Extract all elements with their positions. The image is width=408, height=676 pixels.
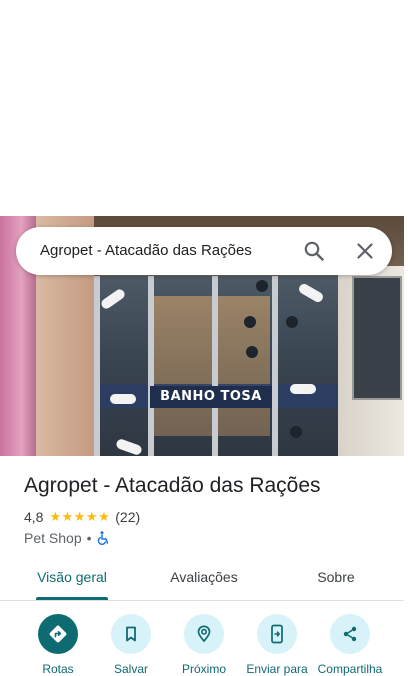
rating-row[interactable]: 4,8 ★★★★★ (22) (24, 509, 140, 525)
nearby-icon (194, 624, 214, 644)
close-icon[interactable] (353, 239, 377, 263)
review-count[interactable]: (22) (115, 509, 140, 525)
nearby-label: Próximo (181, 662, 226, 676)
send-to-phone-button[interactable]: Enviar para (237, 614, 317, 676)
send-to-phone-icon (268, 624, 286, 644)
share-label: Compartilha (317, 662, 383, 676)
rating-stars: ★★★★★ (49, 509, 111, 524)
bone-decal (290, 384, 316, 394)
share-button[interactable]: Compartilha (310, 614, 390, 676)
save-label: Salvar (113, 662, 148, 676)
directions-button[interactable]: Rotas (18, 614, 98, 676)
paw-decal (246, 346, 258, 358)
category-row: Pet Shop • (24, 530, 110, 546)
place-category: Pet Shop (24, 530, 82, 546)
separator-dot: • (86, 530, 92, 546)
paw-decal (256, 280, 268, 292)
search-bar[interactable]: Agropet - Atacadão das Rações (16, 227, 392, 275)
directions-icon (48, 624, 68, 644)
tab-reviews[interactable]: Avaliações (152, 556, 256, 600)
search-query[interactable]: Agropet - Atacadão das Rações (40, 227, 252, 275)
bookmark-icon (122, 625, 140, 643)
directions-label: Rotas (42, 662, 74, 676)
save-button[interactable]: Salvar (91, 614, 171, 676)
map-blank-area (0, 0, 408, 216)
tab-about[interactable]: Sobre (284, 556, 388, 600)
storefront-sign: BANHO TOSA (150, 386, 272, 408)
rating-value: 4,8 (24, 509, 44, 525)
place-tabs: Visão geral Avaliações Sobre (0, 556, 404, 601)
wheelchair-accessible-icon (97, 531, 110, 545)
send-to-phone-label: Enviar para (246, 662, 308, 676)
paw-decal (286, 316, 298, 328)
share-icon (341, 625, 359, 643)
active-tab-indicator (36, 597, 108, 600)
nearby-button[interactable]: Próximo (164, 614, 244, 676)
paw-decal (244, 316, 256, 328)
place-title: Agropet - Atacadão das Rações (24, 474, 321, 497)
search-icon[interactable] (302, 239, 326, 263)
bone-decal (110, 394, 136, 404)
paw-decal (290, 426, 302, 438)
tab-overview[interactable]: Visão geral (20, 556, 124, 600)
